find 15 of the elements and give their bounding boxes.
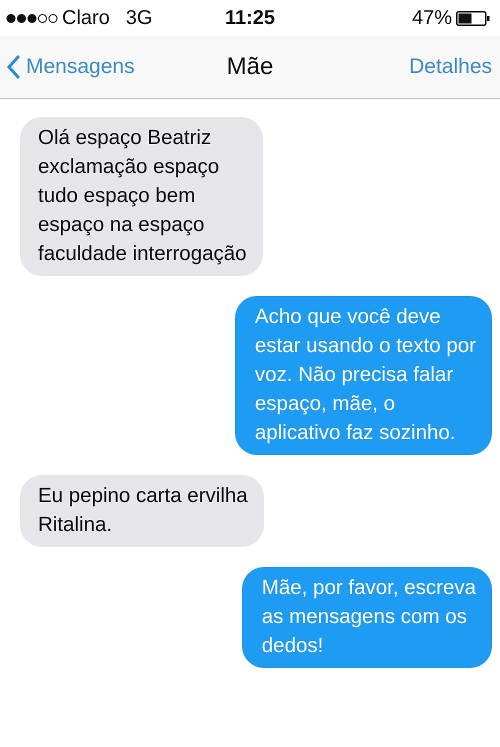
message-bubble: Mãe, por favor, escreva as mensagens com os dedos!: [242, 567, 492, 668]
battery-percent: 47%: [412, 6, 452, 30]
message-bubble: Olá espaço Beatriz exclamação espaço tudo espaço bem espaço na espaço faculdade interrogação: [20, 117, 263, 276]
carrier-name: Claro: [62, 6, 110, 30]
network-type: 3G: [126, 6, 152, 30]
back-label[interactable]: Mensagens: [26, 55, 135, 79]
back-link[interactable]: Mensagens: [6, 55, 135, 79]
signal-icon: [6, 12, 58, 24]
battery-icon: [456, 10, 490, 26]
details-link[interactable]: Detalhes: [409, 55, 492, 79]
message-bubble: Acho que você deve estar usando o texto por voz. Não precisa falar espaço, mãe, o aplicativo faz sozinho.: [234, 296, 492, 455]
message-bubble: Eu pepino carta ervilha Ritalina.: [20, 475, 264, 547]
clock-time: 11:25: [224, 6, 276, 30]
conversation-title: Mãe: [226, 53, 274, 81]
back-chevron-icon: [6, 55, 20, 79]
